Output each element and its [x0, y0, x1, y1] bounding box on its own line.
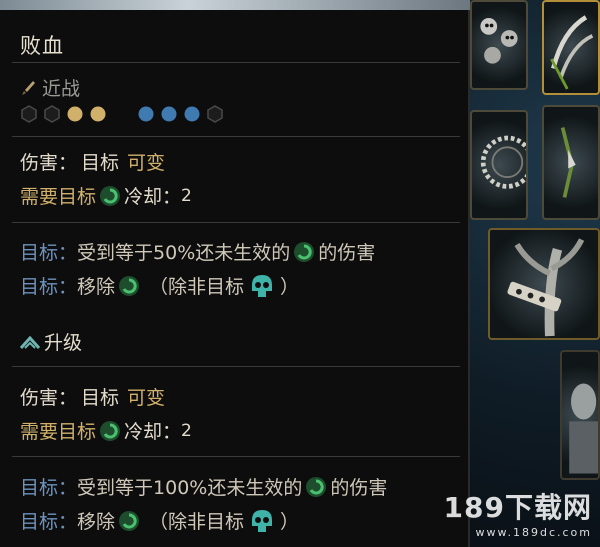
cooldown-value: 2: [181, 185, 192, 206]
skull-icon: [252, 509, 273, 532]
skill-name: 败血: [20, 34, 64, 58]
skill-slot-2[interactable]: [542, 0, 600, 95]
skill-tooltip: 败血 近战 伤害： 目标 可变 需要目标 冷却： 2 目标： 受到等于50%还未…: [0, 10, 470, 547]
background-top-strip: [0, 0, 470, 10]
effect-end: ）: [280, 511, 300, 533]
effect-mid: （除非目标: [149, 276, 245, 298]
divider: [12, 456, 460, 457]
effect-row-1: 目标： 受到等于50%还未生效的 的伤害: [20, 238, 375, 265]
skull-icon: [252, 274, 273, 297]
watermark: 189下载网 www.189dc.com: [444, 486, 592, 539]
blight-mark-icon: [306, 476, 327, 497]
effect-text: 受到等于50%还未生效的: [77, 242, 291, 264]
spiked-ring-icon: [480, 135, 526, 189]
effect-mid: （除非目标: [149, 511, 245, 533]
dark-bust-icon: [569, 383, 598, 474]
target-pip-blue-icon: [161, 106, 177, 122]
skill-slot-1[interactable]: [470, 0, 528, 90]
arrow-volley-icon: [560, 127, 576, 198]
effect-text: 移除: [77, 511, 116, 533]
requires-label: 需要目标: [20, 186, 97, 208]
skill-type-label: 近战: [42, 78, 81, 100]
skill-slot-4[interactable]: [542, 105, 600, 220]
effect-prefix: 目标：: [20, 276, 78, 298]
blight-mark-icon: [294, 241, 315, 262]
upgrade-header: 升级: [20, 328, 82, 355]
cooldown-label: 冷却：: [124, 421, 182, 443]
divider: [12, 136, 460, 137]
requirement-row: 需要目标 冷却： 2: [20, 182, 192, 209]
cooldown-label: 冷却：: [124, 186, 182, 208]
skill-slot-6[interactable]: [560, 350, 600, 480]
rank-pip-gold-icon: [67, 106, 83, 122]
skill-slot-5-selected[interactable]: [488, 228, 600, 340]
skill-type-row: 近战: [20, 74, 80, 101]
upgrade-damage-row: 伤害： 目标 可变: [20, 383, 165, 410]
upgrade-requirement-row: 需要目标 冷却： 2: [20, 417, 192, 444]
cooldown-value: 2: [181, 420, 192, 441]
requires-label: 需要目标: [20, 421, 97, 443]
rank-pip-empty-icon: [44, 105, 60, 123]
divider: [12, 62, 460, 63]
upgrade-label: 升级: [44, 332, 83, 354]
damage-row: 伤害： 目标 可变: [20, 148, 165, 175]
effect-end: ）: [280, 276, 300, 298]
effect-prefix: 目标：: [20, 242, 78, 264]
watermark-main: 189下载网: [443, 491, 592, 524]
blight-mark-icon: [100, 420, 121, 441]
rank-pip-gold-icon: [90, 106, 106, 122]
effect-row-2: 目标： 移除 （除非目标 ）: [20, 272, 299, 299]
upgrade-effect-row-2: 目标： 移除 （除非目标 ）: [20, 507, 299, 534]
blight-tree-icon: [507, 238, 585, 337]
dagger-icon: [22, 80, 35, 95]
claw-icon: [550, 15, 594, 90]
blight-mark-icon: [119, 510, 140, 531]
effect-suffix: 的伤害: [330, 477, 388, 499]
damage-label: 伤害：: [20, 152, 78, 174]
skill-slot-3[interactable]: [470, 110, 528, 220]
damage-target: 目标: [81, 387, 120, 409]
effect-suffix: 的伤害: [318, 242, 376, 264]
target-pip-blue-icon: [184, 106, 200, 122]
effect-prefix: 目标：: [20, 477, 78, 499]
watermark-url: www.189dc.com: [475, 526, 592, 539]
divider: [12, 366, 460, 367]
damage-value: 可变: [127, 387, 166, 409]
effect-text: 移除: [77, 276, 116, 298]
damage-target: 目标: [81, 152, 120, 174]
position-indicator: [20, 105, 224, 123]
damage-label: 伤害：: [20, 387, 78, 409]
effect-text: 受到等于100%还未生效的: [77, 477, 303, 499]
effect-prefix: 目标：: [20, 511, 78, 533]
upgrade-effect-row-1: 目标： 受到等于100%还未生效的 的伤害: [20, 473, 387, 500]
target-pip-empty-icon: [207, 105, 223, 123]
upgrade-chevron-icon: [20, 335, 40, 349]
blight-mark-icon: [100, 185, 121, 206]
target-pip-blue-icon: [138, 106, 154, 122]
damage-value: 可变: [127, 152, 166, 174]
skull-pile-icon: [480, 18, 518, 64]
blight-mark-icon: [119, 275, 140, 296]
divider: [12, 222, 460, 223]
rank-pip-empty-icon: [21, 105, 37, 123]
